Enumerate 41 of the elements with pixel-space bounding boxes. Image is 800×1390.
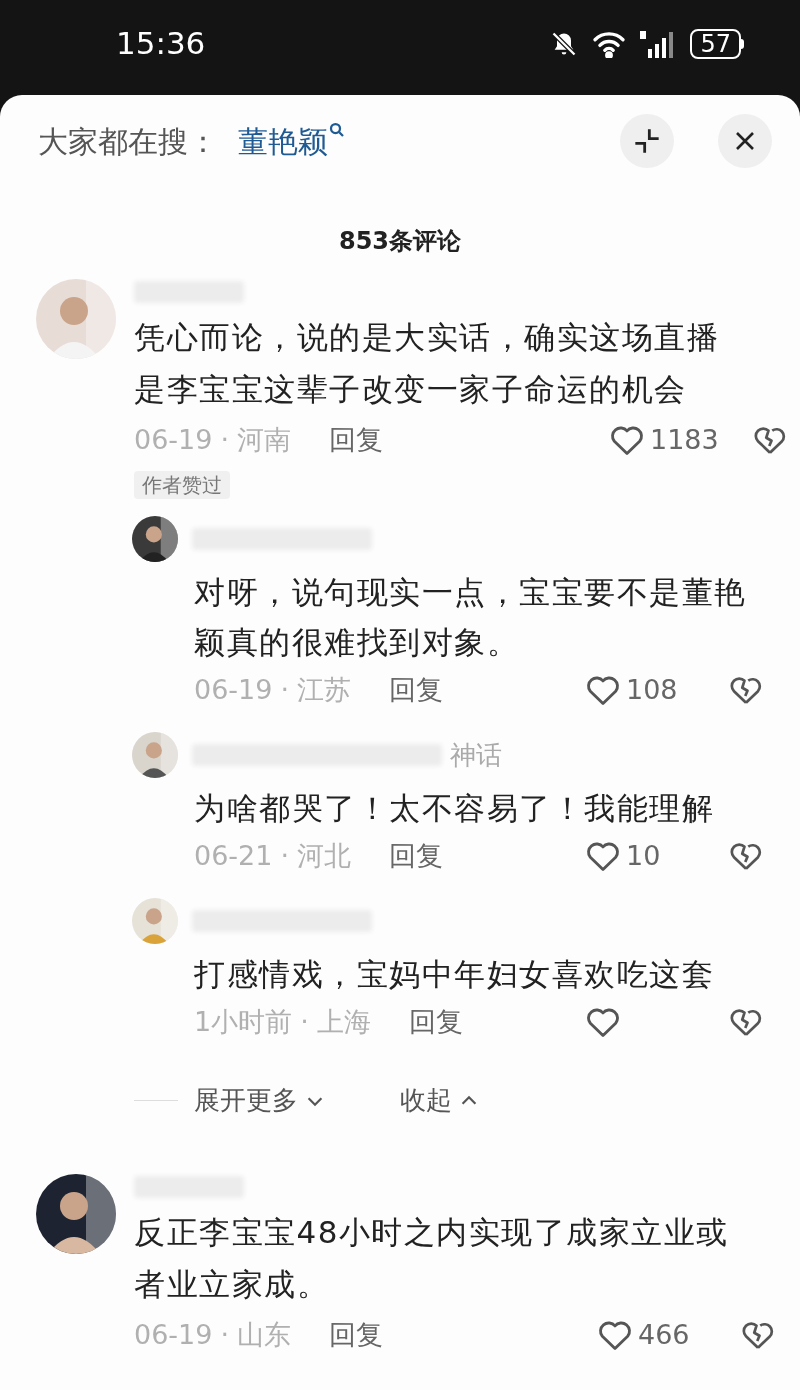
author-liked-badge: 作者赞过 xyxy=(134,471,230,499)
like-count: 10 xyxy=(626,839,661,873)
reply-button[interactable]: 回复 xyxy=(408,1005,463,1039)
comment-region: 江苏 xyxy=(297,673,352,707)
separator-dot: · xyxy=(280,673,290,707)
like-count: 108 xyxy=(626,673,678,707)
trending-search-link[interactable]: 董艳颖 xyxy=(238,118,346,164)
comment-text: 反正李宝宝48小时之内实现了成家立业或者业立家成。 xyxy=(134,1213,730,1304)
separator-dot: · xyxy=(300,1005,309,1039)
reply-button[interactable]: 回复 xyxy=(329,1318,384,1352)
comment-date: 06-21 xyxy=(194,839,273,873)
close-button[interactable] xyxy=(718,114,772,168)
comment-text: 凭心而论，说的是大实话，确实这场直播是李宝宝这辈子改变一家子命运的机会 xyxy=(134,318,720,409)
comment-count-title: 853条评论 xyxy=(338,226,462,257)
comment-date: 06-19 xyxy=(134,423,213,457)
comment-region: 上海 xyxy=(316,1005,371,1039)
comment-date: 06-19 xyxy=(134,1318,213,1352)
comment-region: 山东 xyxy=(237,1318,292,1352)
separator-dot: · xyxy=(280,839,290,873)
comment-region: 河北 xyxy=(297,839,352,873)
separator-dot: · xyxy=(220,423,230,457)
wifi-icon xyxy=(592,29,627,58)
reply-text: 为啥都哭了！太不容易了！我能理解 xyxy=(194,789,715,828)
comment-date: 1小时前 xyxy=(194,1005,293,1039)
like-count: 1183 xyxy=(650,423,719,457)
reply-text: 打感情戏，宝妈中年妇女喜欢吃这套 xyxy=(194,955,715,994)
reply-button[interactable]: 回复 xyxy=(329,423,384,457)
search-icon xyxy=(328,120,346,139)
battery-indicator: 57 xyxy=(690,28,741,59)
status-time: 15:36 xyxy=(116,24,206,64)
trending-label: 大家都在搜： xyxy=(38,122,218,161)
separator-dot: · xyxy=(220,1318,230,1352)
collapse-button[interactable]: 收起 xyxy=(400,1081,480,1120)
comment-date: 06-19 xyxy=(194,673,273,707)
expand-more-button[interactable]: 展开更多 xyxy=(194,1081,326,1120)
reply-text: 对呀，说句现实一点，宝宝要不是董艳颖真的很难找到对象。 xyxy=(194,573,748,662)
like-count: 466 xyxy=(638,1318,690,1352)
reply-button[interactable]: 回复 xyxy=(389,673,444,707)
reply-button[interactable]: 回复 xyxy=(389,839,444,873)
minimize-icon xyxy=(633,127,661,155)
comment-region: 河南 xyxy=(237,423,292,457)
